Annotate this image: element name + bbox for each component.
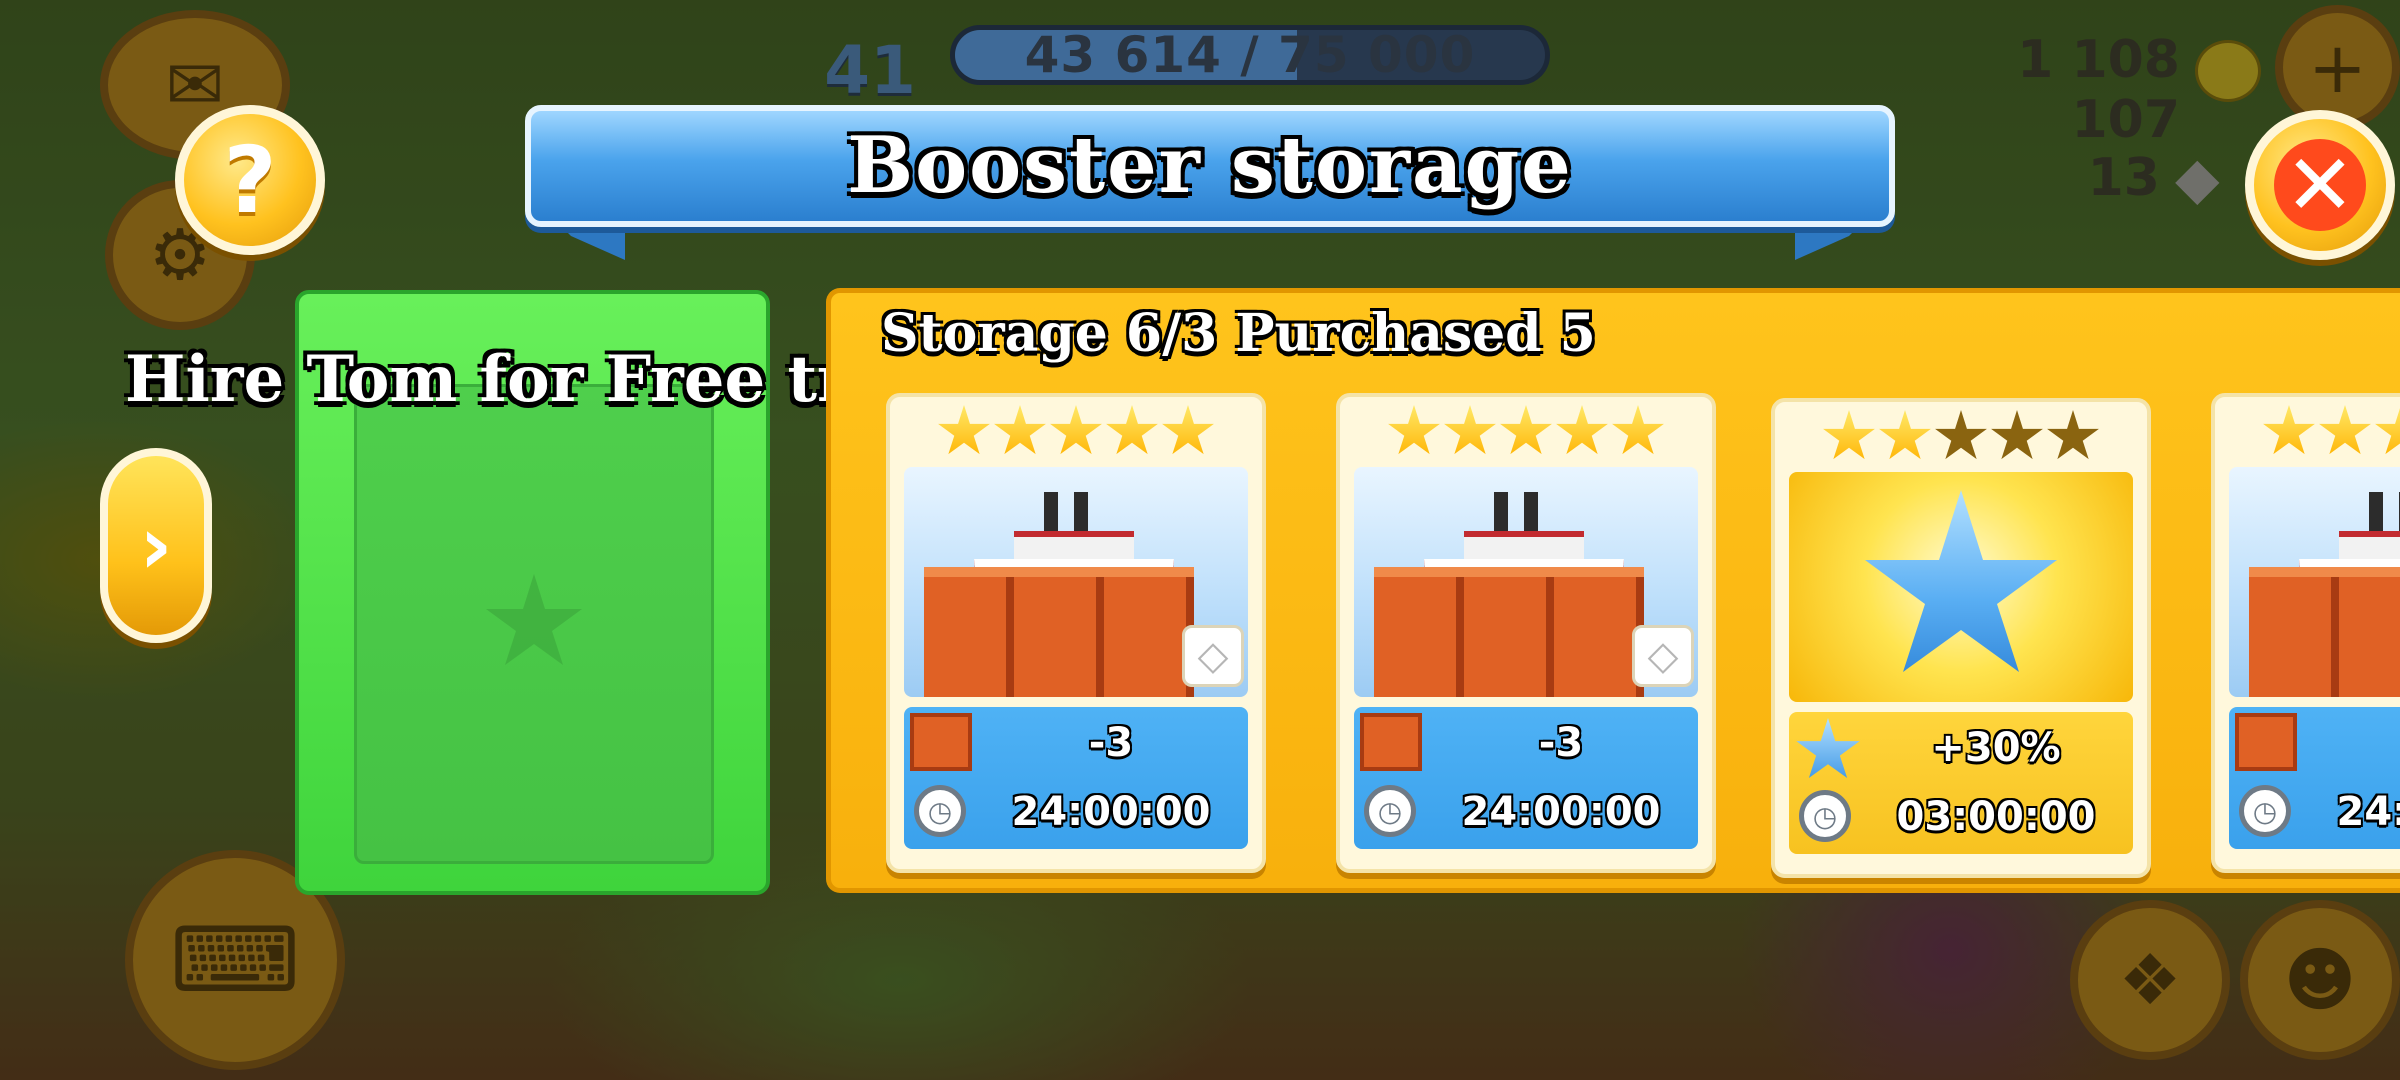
diamond-badge-icon: ◇ — [1182, 625, 1244, 687]
blue-star-icon — [1796, 718, 1860, 779]
rating-star-icon — [1500, 405, 1552, 455]
crates-icon — [924, 567, 1194, 697]
booster-info: ◷ -3 24:00:00 — [2229, 707, 2400, 849]
close-icon: ✕ — [2274, 139, 2366, 231]
diamond-count: 13 — [2087, 148, 2160, 208]
booster-card[interactable]: ◇ ◷ -3 24:00:00 — [886, 393, 1266, 873]
xp-progress-bar: 43 614 / 75 000 — [950, 25, 1550, 85]
title-banner: Booster storage — [525, 100, 1895, 265]
storage-count-label: Storage 6/3 Purchased 5 — [881, 303, 1596, 364]
booster-effect-value: -3 — [1538, 720, 1584, 766]
boat-crates-booster-image: ◇ — [904, 467, 1248, 697]
blue-star-icon — [1865, 490, 2057, 672]
rating-star-icon — [1444, 405, 1496, 455]
rating-star-icon — [1106, 405, 1158, 455]
stopwatch-icon: ◷ — [914, 785, 966, 837]
rating-star-icon — [1388, 405, 1440, 455]
crates-icon — [2249, 567, 2400, 697]
diamond-badge-icon: ◇ — [1632, 625, 1694, 687]
dialog-title: Booster storage — [847, 119, 1573, 211]
boat-crates-booster-image: ◇ — [1354, 467, 1698, 697]
rating-star-icon — [1823, 410, 1875, 460]
rating-star-icon — [938, 405, 990, 455]
friends-button[interactable]: ☻ — [2240, 900, 2400, 1060]
crate-icon — [1360, 713, 1422, 771]
crates-icon — [1374, 567, 1644, 697]
stopwatch-icon: ◷ — [2239, 785, 2291, 837]
booster-card[interactable]: ◇ ◷ -3 24:00:00 — [1336, 393, 1716, 873]
rating-star-icon — [1991, 410, 2043, 460]
rating-star-icon — [2375, 405, 2400, 455]
previous-arrow-button[interactable]: › — [100, 448, 212, 643]
booster-rating — [1775, 410, 2147, 470]
rating-star-icon — [2263, 405, 2315, 455]
xp-progress-text: 43 614 / 75 000 — [1024, 26, 1476, 84]
booster-rating — [890, 405, 1262, 465]
rating-star-icon — [1050, 405, 1102, 455]
booster-rating — [2215, 405, 2400, 465]
booster-info: ◷ -3 24:00:00 — [904, 707, 1248, 849]
booster-duration: 03:00:00 — [1896, 794, 2096, 840]
diamond-icon: ◆ — [2175, 144, 2220, 212]
blue-star-booster-image — [1789, 472, 2133, 702]
booster-rating — [1340, 405, 1712, 465]
rating-star-icon — [2047, 410, 2099, 460]
booster-effect-value: +30% — [1931, 725, 2061, 771]
empty-slot-frame — [354, 384, 714, 864]
rating-star-icon — [1162, 405, 1214, 455]
booster-storage-panel: Storage 6/3 Purchased 5 ◇ ◷ -3 24:00:00 ◇ ◷ -3… — [826, 288, 2400, 893]
crate-icon — [910, 713, 972, 771]
rating-star-icon — [1879, 410, 1931, 460]
booster-card[interactable]: ◷ +30% 03:00:00 — [1771, 398, 2151, 878]
coin-count: 1 108 107 — [2017, 30, 2180, 150]
rating-star-icon — [994, 405, 1046, 455]
rating-star-icon — [1935, 410, 1987, 460]
cards-button[interactable]: ❖ — [2070, 900, 2230, 1060]
booster-duration: 24:00:00 — [1011, 789, 1211, 835]
help-button[interactable]: ? — [175, 105, 325, 255]
close-button[interactable]: ✕ — [2245, 110, 2395, 260]
booster-info: ◷ -3 24:00:00 — [1354, 707, 1698, 849]
boat-crates-booster-image: ◇ — [2229, 467, 2400, 697]
booster-duration: 24:00:00 — [1461, 789, 1661, 835]
rating-star-icon — [1556, 405, 1608, 455]
booster-effect-value: -3 — [2309, 713, 2400, 773]
booster-effect-value: -3 — [1088, 720, 1134, 766]
booster-card[interactable]: ◇ ◷ -3 24:00:00 — [2211, 393, 2400, 873]
stopwatch-icon: ◷ — [1364, 785, 1416, 837]
empty-slot-star-icon — [486, 574, 582, 665]
booster-info: ◷ +30% 03:00:00 — [1789, 712, 2133, 854]
rating-star-icon — [1612, 405, 1664, 455]
rating-star-icon — [2319, 405, 2371, 455]
booster-duration: 24:00:00 — [2336, 789, 2400, 835]
crate-icon — [2235, 713, 2297, 771]
coin-icon — [2195, 40, 2261, 102]
stopwatch-icon: ◷ — [1799, 790, 1851, 842]
